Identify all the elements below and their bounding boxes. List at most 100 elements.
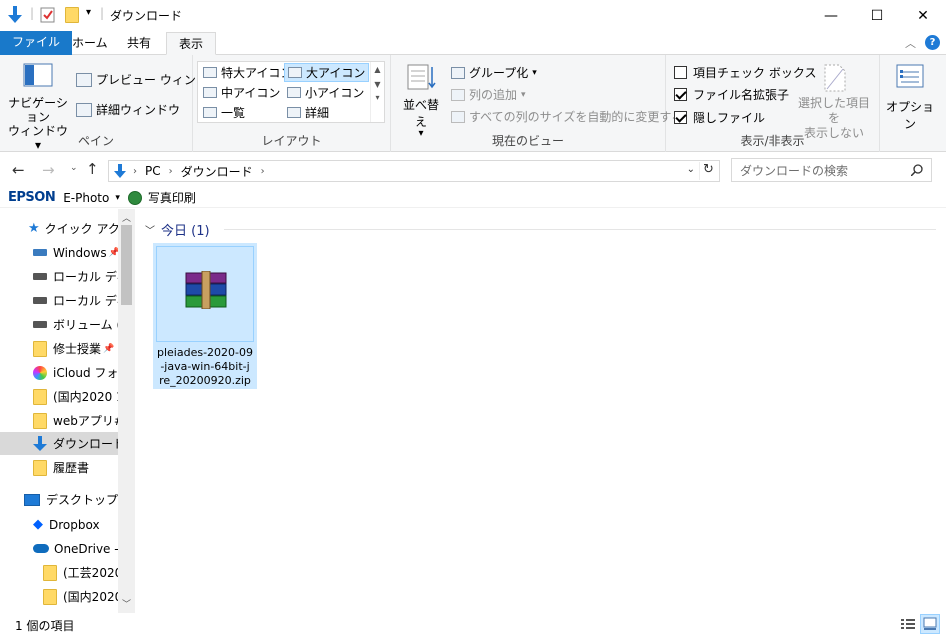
layout-details[interactable]: 詳細 <box>284 103 332 122</box>
options-button[interactable]: オプション <box>884 63 936 132</box>
layout-list[interactable]: 一覧 <box>200 103 248 122</box>
file-view: ﹀ 今日 (1) pleiades-2020-09 -java-win-64bi… <box>135 209 946 613</box>
file-item-zip[interactable]: pleiades-2020-09 -java-win-64bit-j re_20… <box>153 243 257 389</box>
add-columns-button[interactable]: 列の追加 ▾ <box>451 86 526 103</box>
title-bar: | ▾ | ダウンロード — ☐ ✕ <box>0 0 946 31</box>
help-icon[interactable]: ? <box>925 35 940 50</box>
details-view-icon[interactable] <box>900 616 916 632</box>
file-name-line1: pleiades-2020-09 <box>156 346 253 359</box>
nav-item-domestic-2020-sub[interactable]: (国内2020 <box>0 585 118 608</box>
hide-selected-label1: 選択した項目を <box>797 96 870 125</box>
file-name-line3: re_20200920.zip <box>159 374 251 387</box>
hidden-items-checkbox[interactable] <box>674 111 687 124</box>
up-button[interactable]: ↑ <box>86 160 99 178</box>
sort-by-icon <box>407 64 436 90</box>
search-placeholder: ダウンロードの検索 <box>740 163 849 178</box>
nav-item-domestic-2020[interactable]: (国内2020 1 <box>0 385 118 408</box>
group-header-today[interactable]: ﹀ 今日 (1) <box>145 220 210 239</box>
scroll-down-icon[interactable]: ﹀ <box>122 597 131 610</box>
pane-group: ナビゲーション ウィンドウ ▾ プレビュー ウィンドウ 詳細ウィンドウ ペイン <box>0 55 220 152</box>
tab-home[interactable]: ホーム <box>60 32 120 55</box>
item-checkboxes-checkbox[interactable] <box>674 66 687 79</box>
breadcrumb-chevron-icon[interactable]: › <box>261 166 265 177</box>
layout-extra-large-icons[interactable]: 特大アイコン <box>200 63 295 82</box>
breadcrumb-chevron-icon[interactable]: › <box>169 166 173 177</box>
sort-by-button[interactable]: 並べ替え ▾ <box>399 63 443 139</box>
list-icon <box>203 107 217 118</box>
file-extensions-checkbox[interactable] <box>674 88 687 101</box>
search-box[interactable]: ダウンロードの検索 <box>731 158 932 182</box>
refresh-icon[interactable]: ↻ <box>699 162 717 180</box>
nav-item-dropbox[interactable]: ◆ Dropbox <box>0 513 118 536</box>
medium-icons-icon <box>203 87 217 98</box>
nav-scrollbar[interactable]: ︿ ﹀ <box>118 209 135 613</box>
close-button[interactable]: ✕ <box>900 0 946 31</box>
tab-share[interactable]: 共有 <box>115 32 163 55</box>
file-name-line2: -java-win-64bit-j <box>160 360 250 373</box>
nav-item-desktop[interactable]: デスクトップ <box>0 488 118 511</box>
layout-gallery-scroll[interactable]: ▲ ▼ ▾ <box>370 62 384 122</box>
forward-button[interactable]: → <box>42 161 55 179</box>
breadcrumb-chevron-icon[interactable]: › <box>133 166 137 177</box>
epson-toolbar: EPSON E-Photo ▾ 写真印刷 <box>0 188 946 208</box>
new-folder-icon[interactable] <box>65 7 79 23</box>
scroll-thumb[interactable] <box>121 225 132 305</box>
folder-icon <box>33 459 47 476</box>
download-arrow-icon <box>33 435 47 451</box>
layout-large-icons[interactable]: 大アイコン <box>284 63 370 82</box>
sort-by-label: 並べ替え <box>402 98 439 129</box>
back-button[interactable]: ← <box>12 161 25 179</box>
ephoto-menu[interactable]: E-Photo <box>63 191 109 205</box>
download-arrow-icon <box>8 6 22 23</box>
photo-print-button[interactable]: 写真印刷 <box>148 189 196 206</box>
desktop-icon <box>24 493 40 506</box>
nav-item-local-disk-2[interactable]: ローカル ディ📌 <box>0 289 118 312</box>
file-extensions-toggle[interactable]: ファイル名拡張子 <box>674 86 789 103</box>
recent-locations-button[interactable]: ⌄ <box>70 163 78 173</box>
item-count: 1 個の項目 <box>15 619 75 633</box>
folder-icon <box>43 588 57 605</box>
status-bar: 1 個の項目 <box>0 613 946 636</box>
hidden-items-toggle[interactable]: 隠しファイル <box>674 109 765 126</box>
collapse-ribbon-icon[interactable]: ︿ <box>905 35 916 51</box>
large-icons-view-icon <box>923 617 937 630</box>
maximize-button[interactable]: ☐ <box>854 0 900 31</box>
breadcrumb-downloads[interactable]: ダウンロード <box>181 163 253 180</box>
navigation-pane-icon <box>23 63 53 87</box>
group-divider <box>224 229 936 230</box>
nav-item-craft-2020[interactable]: (工芸2020 <box>0 561 118 584</box>
collapse-group-icon[interactable]: ﹀ <box>145 222 155 237</box>
nav-item-master-class[interactable]: 修士授業 📌 <box>0 337 118 360</box>
hide-selected-button[interactable]: 選択した項目を 表示しない <box>794 63 874 141</box>
nav-item-downloads[interactable]: ダウンロード📌 <box>0 432 118 455</box>
tab-view[interactable]: 表示 <box>166 32 217 55</box>
address-dropdown-icon[interactable]: ⌄ <box>687 164 695 175</box>
qat-dropdown-icon[interactable]: ▾ <box>86 7 91 18</box>
details-pane-button[interactable]: 詳細ウィンドウ <box>76 101 180 118</box>
nav-quick-access[interactable]: ★クイック アクセス <box>0 217 118 240</box>
navigation-pane-label: ナビゲーション <box>8 96 68 124</box>
group-by-button[interactable]: グループ化 ▾ <box>451 64 537 81</box>
large-icons-view-button[interactable] <box>920 614 940 634</box>
address-bar[interactable]: › PC › ダウンロード › ⌄ ↻ <box>108 160 720 182</box>
icloud-photos-icon <box>33 365 47 380</box>
nav-item-resume[interactable]: 履歴書 <box>0 456 118 479</box>
ephoto-dropdown-icon[interactable]: ▾ <box>115 193 120 203</box>
layout-medium-icons[interactable]: 中アイコン <box>200 83 283 102</box>
nav-item-windows[interactable]: Windows 📌 <box>0 241 118 264</box>
breadcrumb-pc[interactable]: PC <box>145 164 161 178</box>
properties-icon[interactable] <box>40 7 56 23</box>
minimize-button[interactable]: — <box>808 0 854 31</box>
size-all-columns-button[interactable]: すべての列のサイズを自動的に変更する <box>451 108 683 125</box>
drive-icon <box>33 249 47 256</box>
nav-item-web-app[interactable]: webアプリ#1 <box>0 409 118 432</box>
layout-small-icons[interactable]: 小アイコン <box>284 83 367 102</box>
nav-item-onedrive[interactable]: OneDrive - <box>0 537 118 560</box>
scroll-up-icon[interactable]: ︿ <box>122 211 131 224</box>
epson-logo: EPSON <box>8 190 56 205</box>
download-folder-icon <box>114 163 126 178</box>
nav-item-volume[interactable]: ボリューム (📌 <box>0 313 118 336</box>
nav-item-local-disk-1[interactable]: ローカル ディ📌 <box>0 265 118 288</box>
nav-item-icloud[interactable]: iCloud フォ📌 <box>0 361 118 384</box>
folder-icon <box>33 412 47 429</box>
